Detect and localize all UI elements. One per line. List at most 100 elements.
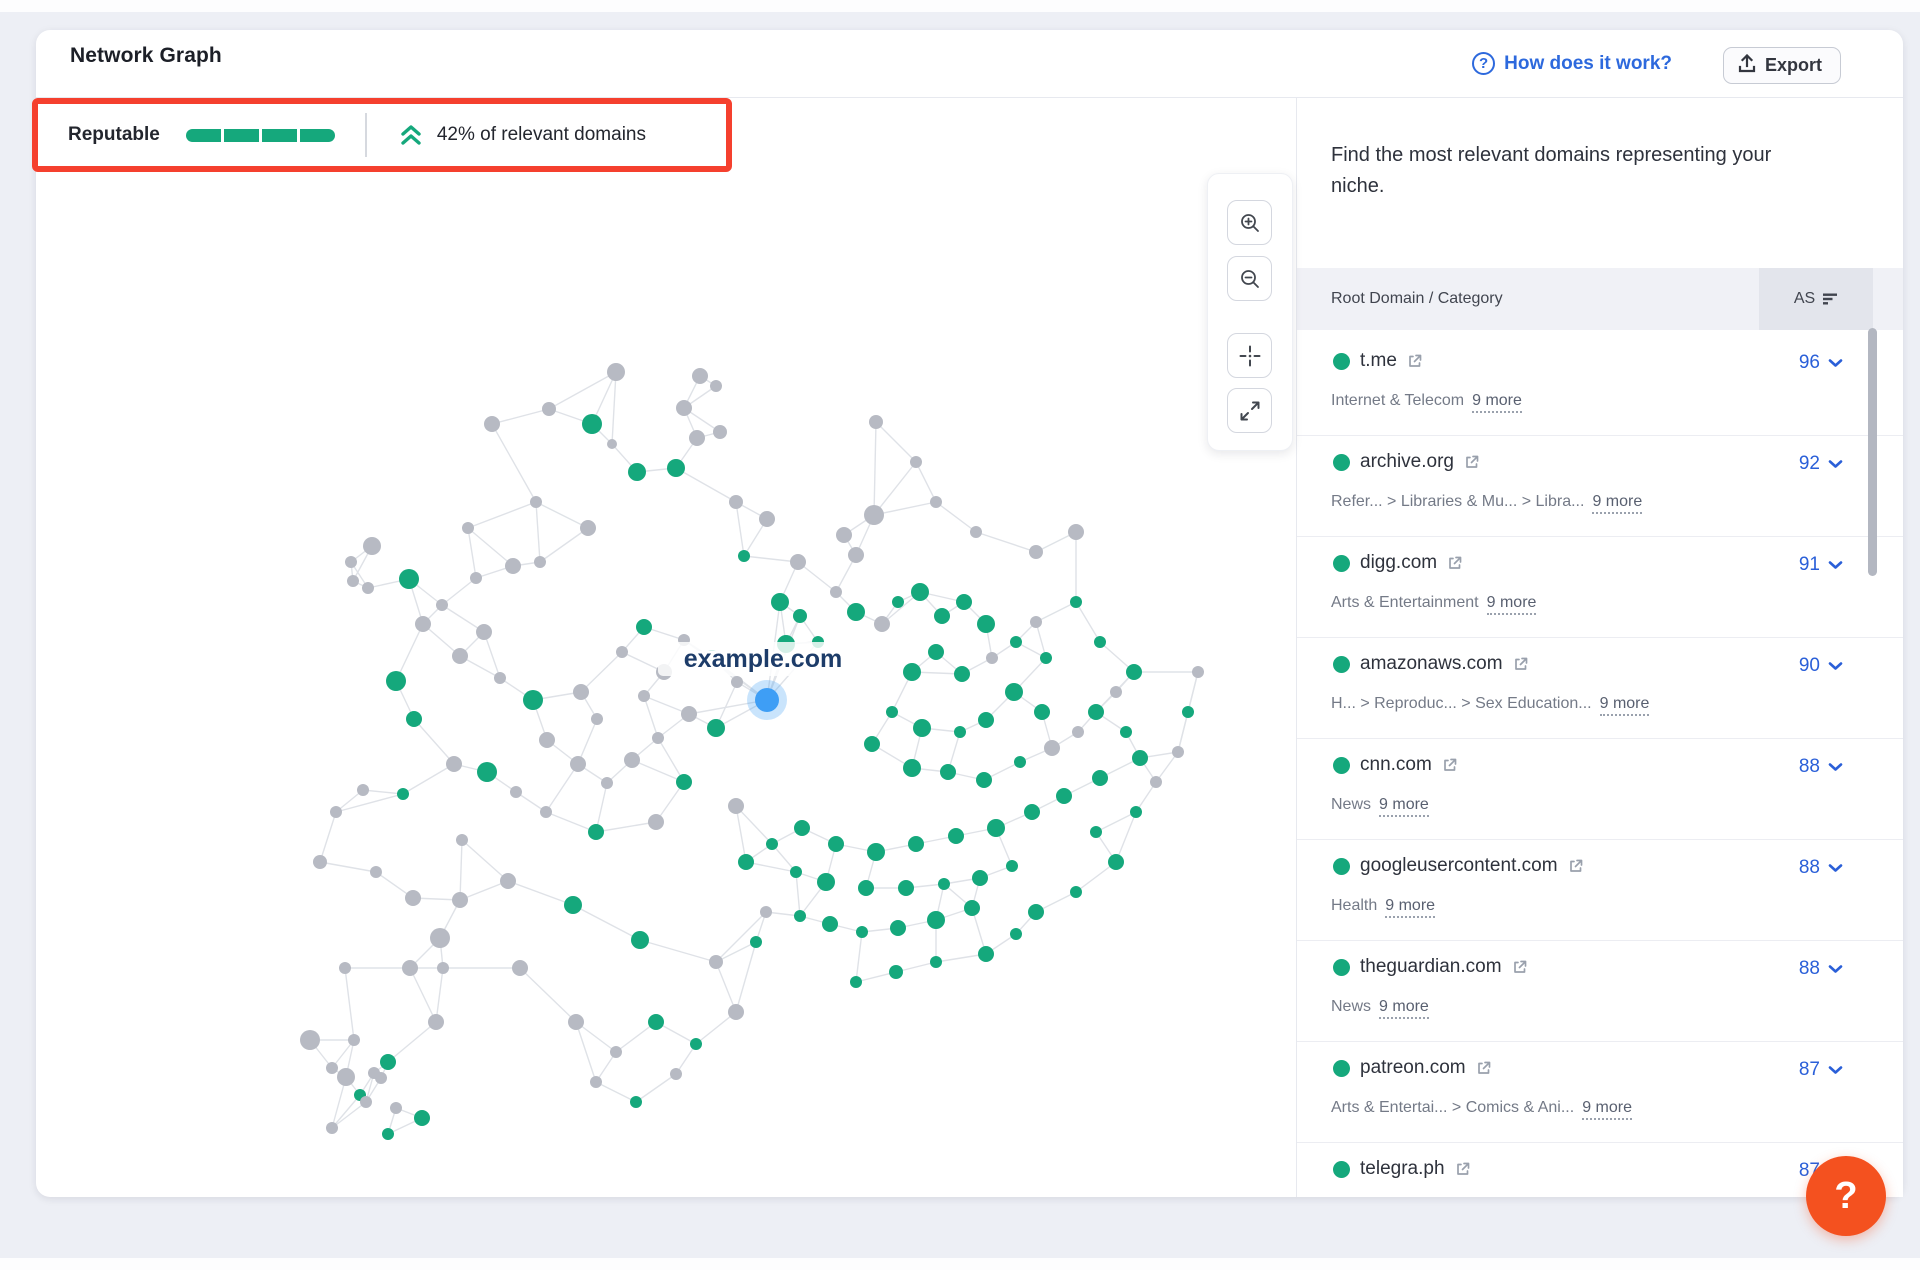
table-row[interactable]: googleusercontent.comHealth9 more88 [1297, 840, 1903, 941]
table-row[interactable]: archive.orgRefer... > Libraries & Mu... … [1297, 436, 1903, 537]
more-categories-link[interactable]: 9 more [1472, 392, 1522, 413]
column-as-sort[interactable]: AS [1759, 268, 1873, 330]
as-score: 90 [1799, 655, 1820, 677]
table-row[interactable]: patreon.com Arts & Entertai... > Comics &… [1297, 1042, 1903, 1143]
domain-link[interactable]: t.me [1360, 350, 1397, 372]
as-score: 88 [1799, 958, 1820, 980]
external-link-icon[interactable] [1512, 959, 1528, 975]
domain-link[interactable]: patreon.com [1360, 1057, 1466, 1079]
chevron-down-icon [1828, 560, 1843, 570]
network-graph-card: Network Graph ? How does it work? Export… [36, 30, 1903, 1197]
table-row[interactable]: t.me Internet & Telecom9 more 96 [1297, 335, 1903, 436]
sort-desc-icon [1823, 292, 1838, 306]
scrollbar-thumb[interactable] [1868, 328, 1877, 576]
domain-link[interactable]: telegra.ph [1360, 1158, 1445, 1180]
external-link-icon[interactable] [1476, 1060, 1492, 1076]
chevron-down-icon [1828, 1065, 1843, 1075]
chevron-down-icon [1828, 358, 1843, 368]
reputable-dot-icon [1333, 656, 1350, 673]
double-chevron-up-icon [399, 122, 423, 148]
domain-link[interactable]: archive.org [1360, 451, 1454, 473]
center-node-label: example.com [684, 645, 842, 673]
as-label: AS [1794, 290, 1815, 308]
category-breadcrumb: News9 more [1331, 796, 1429, 817]
as-score-toggle[interactable]: 88 [1799, 756, 1843, 778]
more-categories-link[interactable]: 9 more [1379, 796, 1429, 817]
table-row[interactable]: theguardian.com News9 more 88 [1297, 941, 1903, 1042]
domain-link[interactable]: googleusercontent.com [1360, 855, 1558, 877]
question-circle-icon: ? [1472, 52, 1495, 75]
external-link-icon[interactable] [1464, 454, 1480, 470]
domains-table: t.me Internet & Telecom9 more 96 archive.or… [1297, 335, 1903, 1197]
as-score-toggle[interactable]: 90 [1799, 655, 1843, 677]
bottom-strip [0, 1258, 1920, 1270]
category-breadcrumb: Internet & Telecom9 more [1331, 392, 1522, 413]
reputable-dot-icon [1333, 555, 1350, 572]
domain-link[interactable]: digg.com [1360, 552, 1437, 574]
chevron-down-icon [1828, 964, 1843, 974]
as-score-toggle[interactable]: 92 [1799, 453, 1843, 475]
chevron-down-icon [1828, 459, 1843, 469]
table-row[interactable]: digg.com Arts & Entertainment9 more 91 [1297, 537, 1903, 638]
reputable-dot-icon [1333, 353, 1350, 370]
reputable-dot-icon [1333, 858, 1350, 875]
as-score-toggle[interactable]: 91 [1799, 554, 1843, 576]
as-score: 91 [1799, 554, 1820, 576]
network-graph-canvas[interactable]: example.com [36, 172, 1296, 1197]
external-link-icon[interactable] [1513, 656, 1529, 672]
meter-segment [224, 129, 259, 142]
reputable-dot-icon [1333, 757, 1350, 774]
as-score-toggle[interactable]: 96 [1799, 352, 1843, 374]
export-button[interactable]: Export [1723, 47, 1841, 84]
chevron-down-icon [1828, 762, 1843, 772]
card-header: Network Graph ? How does it work? Export [36, 30, 1903, 98]
as-score: 96 [1799, 352, 1820, 374]
as-score: 87 [1799, 1059, 1820, 1081]
external-link-icon[interactable] [1407, 353, 1423, 369]
more-categories-link[interactable]: 9 more [1385, 897, 1435, 918]
table-row[interactable]: cnn.com News9 more 88 [1297, 739, 1903, 840]
domains-panel: Find the most relevant domains represent… [1296, 98, 1903, 1197]
help-button[interactable]: ? [1806, 1156, 1886, 1236]
zoom-in-button[interactable] [1227, 200, 1272, 245]
external-link-icon[interactable] [1447, 555, 1463, 571]
category-breadcrumb: News9 more [1331, 998, 1429, 1019]
table-header: Root Domain / Category AS [1297, 268, 1903, 330]
reputable-dot-icon [1333, 959, 1350, 976]
category-breadcrumb: H... > Reproduc... > Sex Education...9 m… [1331, 695, 1649, 716]
vertical-divider [365, 113, 367, 157]
center-graph-button[interactable] [1227, 333, 1272, 378]
reputable-dot-icon [1333, 1060, 1350, 1077]
external-link-icon[interactable] [1442, 757, 1458, 773]
as-score: 88 [1799, 857, 1820, 879]
zoom-out-button[interactable] [1227, 256, 1272, 301]
page-title: Network Graph [70, 44, 222, 68]
category-breadcrumb: Arts & Entertainment9 more [1331, 594, 1536, 615]
more-categories-link[interactable]: 9 more [1487, 594, 1537, 615]
external-link-icon[interactable] [1568, 858, 1584, 874]
meter-segment [186, 129, 221, 142]
reputable-label: Reputable [68, 124, 160, 146]
reputable-dot-icon [1333, 454, 1350, 471]
meter-segment [262, 129, 297, 142]
reputable-meter [186, 129, 335, 142]
as-score-toggle[interactable]: 88 [1799, 958, 1843, 980]
more-categories-link[interactable]: 9 more [1600, 695, 1650, 716]
as-score-toggle[interactable]: 87 [1799, 1059, 1843, 1081]
more-categories-link[interactable]: 9 more [1592, 493, 1642, 514]
expand-fullscreen-button[interactable] [1227, 388, 1272, 433]
table-row[interactable]: amazonaws.com H... > Reproduc... > Sex Ed… [1297, 638, 1903, 739]
as-score: 88 [1799, 756, 1820, 778]
category-breadcrumb: Arts & Entertai... > Comics & Ani...9 mo… [1331, 1099, 1632, 1120]
how-it-works-link[interactable]: ? How does it work? [1472, 52, 1672, 75]
more-categories-link[interactable]: 9 more [1379, 998, 1429, 1019]
external-link-icon[interactable] [1455, 1161, 1471, 1177]
top-strip [0, 0, 1920, 12]
more-categories-link[interactable]: 9 more [1582, 1099, 1632, 1120]
as-score-toggle[interactable]: 88 [1799, 857, 1843, 879]
domain-link[interactable]: amazonaws.com [1360, 653, 1503, 675]
domain-link[interactable]: theguardian.com [1360, 956, 1502, 978]
domain-link[interactable]: cnn.com [1360, 754, 1432, 776]
chevron-down-icon [1828, 863, 1843, 873]
meter-segment [300, 129, 335, 142]
